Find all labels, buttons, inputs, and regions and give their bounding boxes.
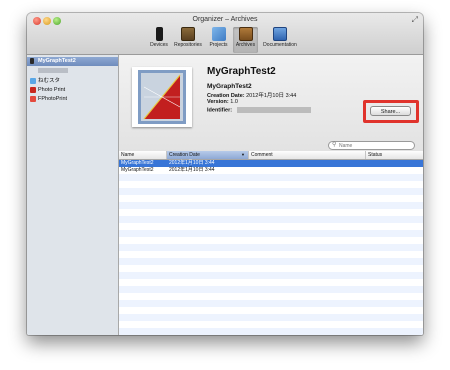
column-header-creation-date[interactable]: Creation Date ▼	[167, 151, 249, 159]
archive-detail-panel: MyGraphTest2 MyGraphTest2 Creation Date:…	[119, 55, 423, 154]
empty-row	[119, 279, 423, 286]
identifier-redacted	[236, 107, 311, 113]
archives-table: Name Creation Date ▼ Comment Status MyGr…	[119, 151, 423, 335]
redacted-entry	[38, 68, 68, 73]
app-icon-blue	[30, 78, 36, 84]
empty-row	[119, 300, 423, 307]
sort-descending-icon: ▼	[241, 152, 245, 157]
app-icon-red	[30, 87, 36, 93]
empty-row	[119, 195, 423, 202]
column-header-status[interactable]: Status	[366, 151, 423, 159]
title-bar: Organizer – Archives ⤢ Devices Repositor…	[27, 13, 423, 55]
share-button[interactable]: Share...	[370, 106, 411, 116]
archive-title: MyGraphTest2	[207, 66, 276, 77]
toolbar-documentation[interactable]: Documentation	[260, 27, 300, 53]
search-field[interactable]: ⚲	[328, 141, 415, 150]
sidebar-item-label: MyGraphTest2	[38, 58, 76, 64]
fullscreen-icon[interactable]: ⤢	[412, 15, 418, 25]
column-header-name[interactable]: Name	[119, 151, 167, 159]
version-label: Version:	[207, 99, 229, 105]
app-icon-pdf	[30, 96, 36, 102]
cell-date: 2012年1月10日 3:44	[169, 167, 215, 173]
table-header: Name Creation Date ▼ Comment Status	[119, 151, 423, 160]
empty-row	[119, 244, 423, 251]
sidebar-item-label: FPhotoPrint	[38, 96, 68, 102]
table-row[interactable]: MyGraphTest2 2012年1月10日 3:44	[119, 160, 423, 167]
app-icon	[30, 58, 34, 64]
empty-row	[119, 293, 423, 300]
archive-thumbnail	[132, 67, 192, 127]
version-line: Version: 1.0	[207, 99, 238, 105]
empty-row	[119, 237, 423, 244]
toolbar-projects[interactable]: Projects	[206, 27, 231, 53]
toolbar-devices-label: Devices	[150, 42, 168, 48]
sidebar-item-mygraphtest2[interactable]: MyGraphTest2	[27, 57, 118, 66]
archives-icon	[238, 27, 253, 41]
empty-row	[119, 174, 423, 181]
sidebar-item-label: ねむスタ	[38, 78, 61, 84]
empty-row	[119, 321, 423, 328]
empty-row	[119, 314, 423, 321]
search-icon: ⚲	[332, 142, 337, 148]
sidebar-item-photo-print[interactable]: Photo Print	[27, 86, 118, 95]
empty-row	[119, 286, 423, 293]
empty-row	[119, 265, 423, 272]
toolbar-documentation-label: Documentation	[263, 42, 297, 48]
empty-row	[119, 216, 423, 223]
toolbar-projects-label: Projects	[209, 42, 228, 48]
archive-name: MyGraphTest2	[207, 83, 252, 90]
sidebar-item-nemusuta[interactable]: ねむスタ	[27, 77, 118, 86]
identifier-label: Identifier:	[207, 107, 233, 114]
empty-row	[119, 181, 423, 188]
creation-date-line: Creation Date: 2012年1月10日 3:44	[207, 91, 296, 99]
empty-row	[119, 209, 423, 216]
empty-row	[119, 328, 423, 335]
cell-name: MyGraphTest2	[121, 160, 154, 166]
empty-row	[119, 202, 423, 209]
empty-row	[119, 251, 423, 258]
toolbar-repositories-label: Repositories	[174, 42, 202, 48]
graph-thumbnail-icon	[138, 70, 186, 124]
sidebar-item-label: Photo Print	[38, 87, 66, 93]
empty-row	[119, 307, 423, 314]
sidebar-item-fphotoprint[interactable]: FPhotoPrint	[27, 95, 118, 104]
archives-sidebar: MyGraphTest2 ねむスタ Photo Print FPhotoPrin…	[27, 55, 119, 335]
column-header-comment[interactable]: Comment	[249, 151, 366, 159]
empty-row	[119, 223, 423, 230]
documentation-icon	[273, 27, 287, 41]
empty-row	[119, 258, 423, 265]
repositories-icon	[181, 27, 195, 41]
search-input[interactable]	[339, 142, 409, 149]
toolbar-archives-label: Archives	[235, 42, 256, 48]
empty-row	[119, 272, 423, 279]
toolbar-repositories[interactable]: Repositories	[172, 27, 204, 53]
cell-date: 2012年1月10日 3:44	[169, 160, 215, 166]
empty-row	[119, 188, 423, 195]
projects-icon	[211, 27, 226, 41]
version-value: 1.0	[230, 99, 238, 105]
toolbar-devices[interactable]: Devices	[148, 27, 170, 53]
iphone-icon	[155, 27, 163, 41]
column-header-label: Creation Date	[169, 152, 200, 158]
empty-row	[119, 230, 423, 237]
window-title: Organizer – Archives	[192, 16, 258, 23]
cell-name: MyGraphTest2	[121, 167, 154, 173]
creation-date-value: 2012年1月10日 3:44	[246, 93, 297, 99]
organizer-window: Organizer – Archives ⤢ Devices Repositor…	[27, 13, 423, 335]
toolbar-archives[interactable]: Archives	[233, 27, 258, 53]
identifier-line: Identifier:	[207, 107, 311, 113]
table-row[interactable]: MyGraphTest2 2012年1月10日 3:44	[119, 167, 423, 174]
